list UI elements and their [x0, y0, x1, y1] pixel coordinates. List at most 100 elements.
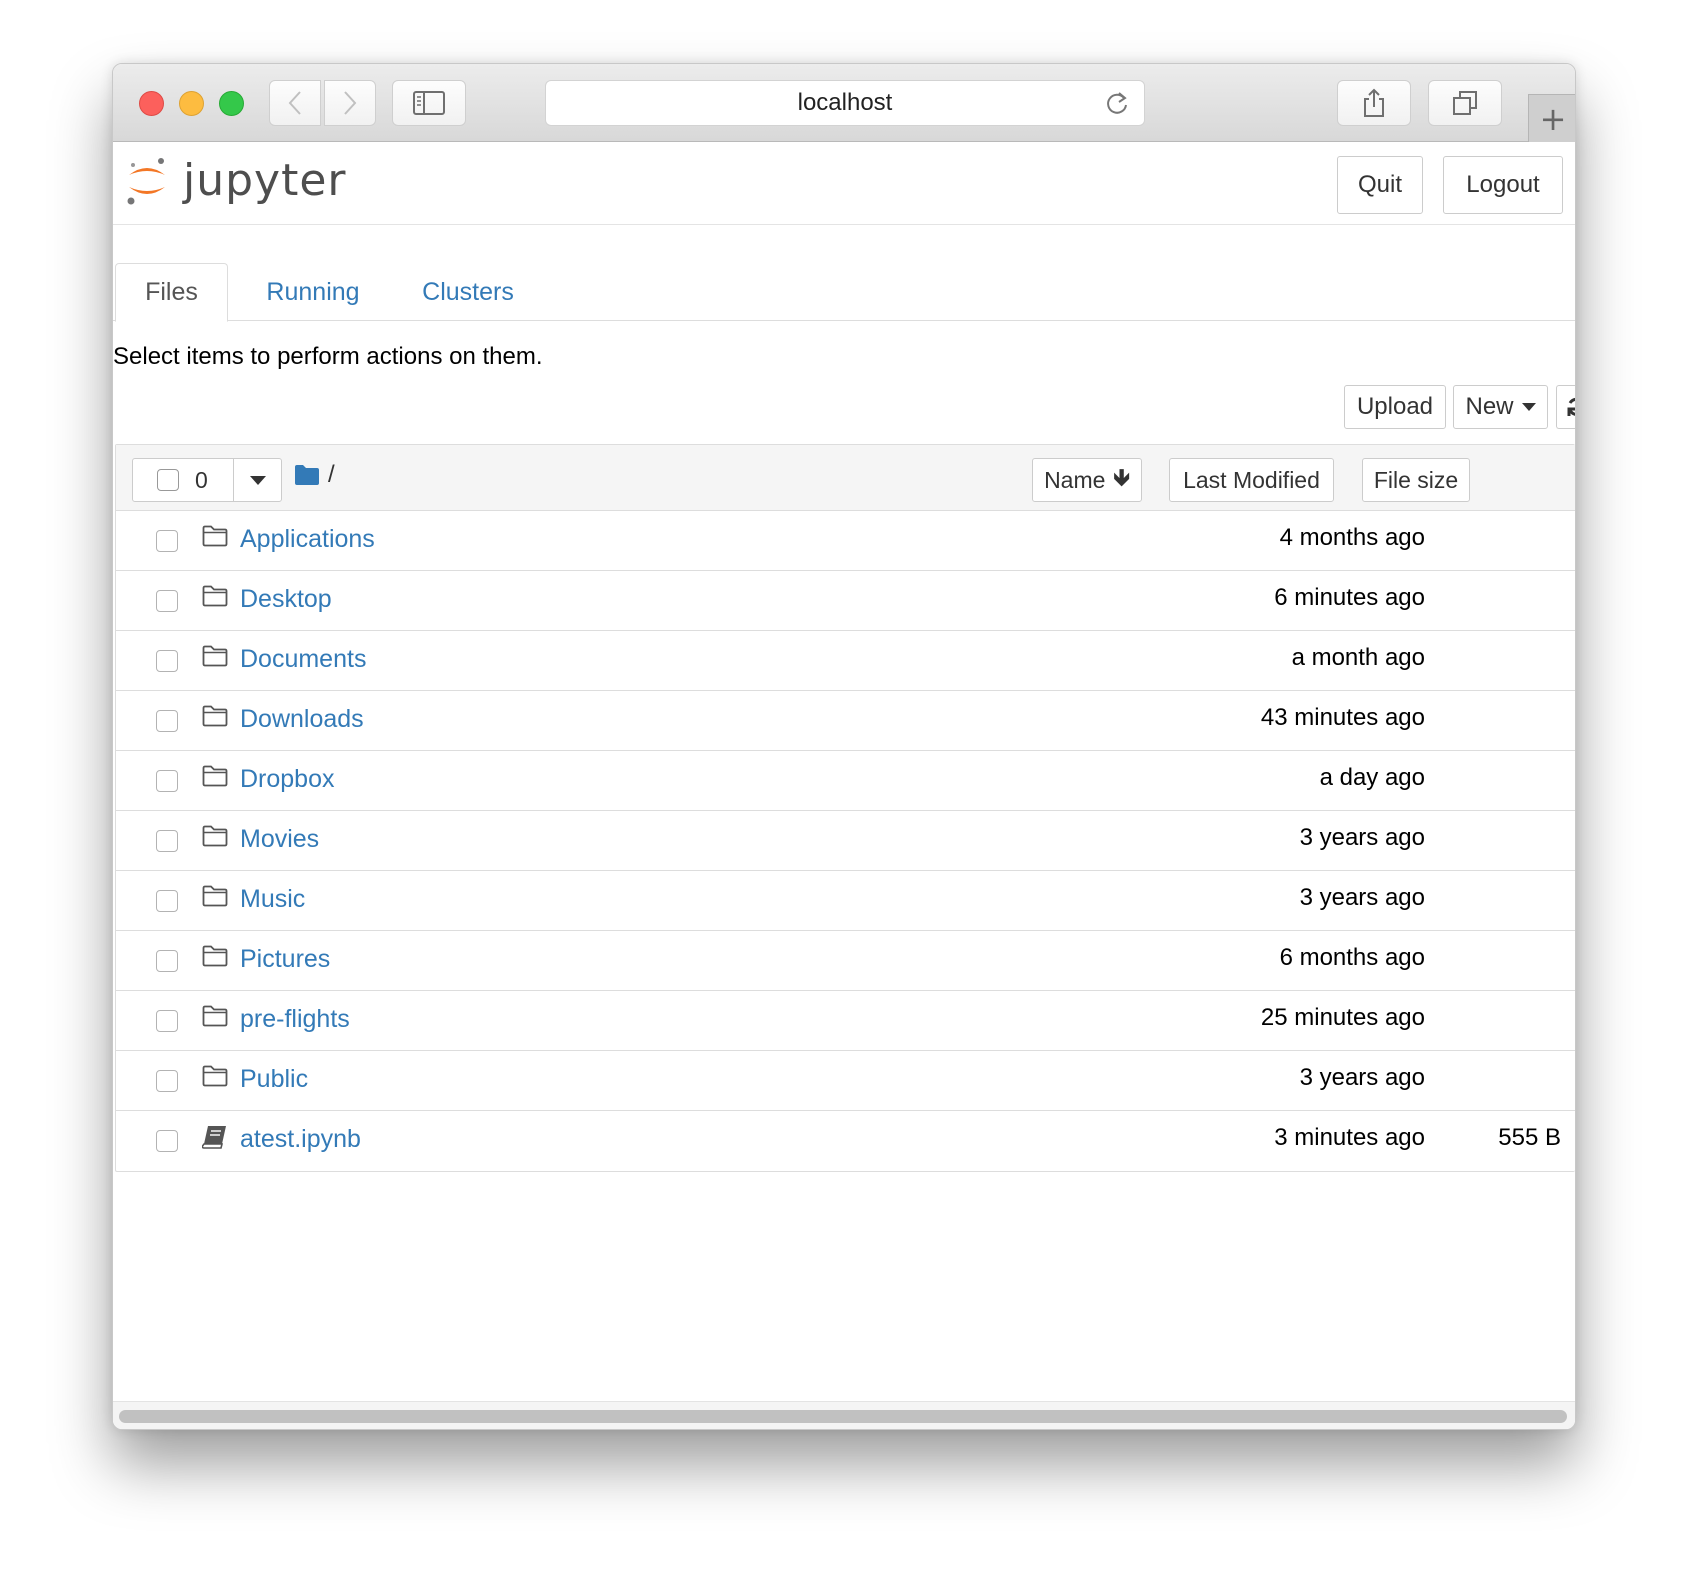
- list-item[interactable]: Music 3 years ago: [116, 871, 1575, 931]
- sort-by-name-button[interactable]: Name 🡻: [1032, 458, 1142, 502]
- item-last-modified: a day ago: [1319, 764, 1425, 791]
- item-last-modified: 6 minutes ago: [1274, 584, 1425, 611]
- folder-icon: [202, 885, 228, 912]
- sidebar-icon: [413, 91, 445, 115]
- item-name-link[interactable]: Public: [240, 1065, 308, 1094]
- zoom-window-button[interactable]: [219, 91, 244, 116]
- logout-button[interactable]: Logout: [1443, 156, 1563, 214]
- item-name-link[interactable]: Documents: [240, 645, 366, 674]
- tab-clusters[interactable]: Clusters: [403, 263, 533, 321]
- share-icon: [1364, 88, 1384, 117]
- item-checkbox[interactable]: [156, 710, 178, 732]
- item-name-link[interactable]: Desktop: [240, 585, 332, 614]
- breadcrumb-path[interactable]: /: [328, 461, 335, 489]
- select-all-group: 0: [132, 458, 282, 502]
- item-name-link[interactable]: pre-flights: [240, 1005, 350, 1034]
- folder-icon: [202, 1005, 228, 1032]
- list-item[interactable]: pre-flights 25 minutes ago: [116, 991, 1575, 1051]
- sort-name-label: Name: [1044, 466, 1106, 493]
- item-name-link[interactable]: Dropbox: [240, 765, 335, 794]
- item-checkbox[interactable]: [156, 650, 178, 672]
- item-file-size: 555 B: [1498, 1124, 1561, 1151]
- reload-icon[interactable]: [1104, 90, 1130, 125]
- forward-button[interactable]: [324, 80, 376, 126]
- file-list: 0 / Name 🡻 Last Modified File size Appli…: [115, 444, 1575, 1172]
- item-name-link[interactable]: atest.ipynb: [240, 1125, 361, 1154]
- caret-down-icon: [249, 475, 266, 485]
- item-checkbox[interactable]: [156, 590, 178, 612]
- item-name-link[interactable]: Music: [240, 885, 305, 914]
- folder-icon[interactable]: [294, 464, 320, 486]
- breadcrumb: /: [294, 461, 335, 489]
- chevron-left-icon: [288, 91, 301, 115]
- tabs-overview-icon: [1453, 91, 1477, 115]
- browser-toolbar: localhost +: [113, 64, 1575, 142]
- item-checkbox[interactable]: [156, 770, 178, 792]
- page-content: jupyter Quit Logout Files Running Cluste…: [113, 143, 1575, 1429]
- folder-icon: [202, 705, 228, 732]
- upload-button[interactable]: Upload: [1344, 385, 1446, 429]
- back-button[interactable]: [269, 80, 321, 126]
- item-name-link[interactable]: Downloads: [240, 705, 364, 734]
- item-last-modified: 43 minutes ago: [1260, 704, 1425, 731]
- sort-by-modified-button[interactable]: Last Modified: [1169, 458, 1334, 502]
- jupyter-header: jupyter Quit Logout: [113, 143, 1575, 225]
- list-item[interactable]: Downloads 43 minutes ago: [116, 691, 1575, 751]
- folder-icon: [202, 1065, 228, 1092]
- list-item[interactable]: Pictures 6 months ago: [116, 931, 1575, 991]
- list-item[interactable]: Dropbox a day ago: [116, 751, 1575, 811]
- item-name-link[interactable]: Applications: [240, 525, 375, 554]
- close-window-button[interactable]: [139, 91, 164, 116]
- jupyter-logo-text: jupyter: [183, 155, 347, 206]
- address-bar[interactable]: localhost: [545, 80, 1145, 126]
- sidebar-toggle-button[interactable]: [392, 80, 466, 126]
- item-checkbox[interactable]: [156, 1070, 178, 1092]
- list-item[interactable]: Applications 4 months ago: [116, 511, 1575, 571]
- address-text: localhost: [797, 89, 893, 116]
- item-last-modified: 25 minutes ago: [1260, 1004, 1425, 1031]
- jupyter-logo[interactable]: jupyter: [125, 155, 347, 207]
- new-button-label: New: [1465, 393, 1514, 420]
- quit-button[interactable]: Quit: [1337, 156, 1423, 214]
- folder-icon: [202, 825, 228, 852]
- jupyter-logo-icon: [127, 158, 165, 205]
- tab-files[interactable]: Files: [115, 263, 228, 322]
- item-checkbox[interactable]: [156, 1130, 178, 1152]
- refresh-icon: [1567, 397, 1575, 416]
- arrow-down-icon: 🡻: [1113, 463, 1130, 490]
- item-last-modified: a month ago: [1291, 644, 1425, 671]
- item-checkbox[interactable]: [156, 530, 178, 552]
- share-button[interactable]: [1337, 80, 1411, 126]
- list-item[interactable]: Desktop 6 minutes ago: [116, 571, 1575, 631]
- folder-icon: [202, 525, 228, 552]
- item-last-modified: 3 years ago: [1299, 1064, 1425, 1091]
- new-dropdown-button[interactable]: New: [1453, 385, 1548, 429]
- item-last-modified: 3 minutes ago: [1274, 1124, 1425, 1151]
- show-tabs-button[interactable]: [1428, 80, 1502, 126]
- item-last-modified: 6 months ago: [1279, 944, 1425, 971]
- selected-count: 0: [195, 467, 208, 493]
- item-checkbox[interactable]: [156, 890, 178, 912]
- item-name-link[interactable]: Movies: [240, 825, 319, 854]
- item-checkbox[interactable]: [156, 950, 178, 972]
- list-item[interactable]: Movies 3 years ago: [116, 811, 1575, 871]
- list-item[interactable]: Documents a month ago: [116, 631, 1575, 691]
- select-menu-toggle[interactable]: [233, 458, 281, 502]
- sort-by-size-button[interactable]: File size: [1362, 458, 1470, 502]
- tab-running[interactable]: Running: [248, 263, 378, 321]
- item-name-link[interactable]: Pictures: [240, 945, 330, 974]
- horizontal-scrollbar[interactable]: [113, 1401, 1575, 1429]
- list-item[interactable]: atest.ipynb 3 minutes ago 555 B: [116, 1111, 1575, 1171]
- new-tab-button[interactable]: +: [1528, 94, 1575, 142]
- minimize-window-button[interactable]: [179, 91, 204, 116]
- scrollbar-thumb[interactable]: [119, 1410, 1567, 1423]
- browser-window: localhost + jupyter Quit Logout Files Ru…: [112, 63, 1576, 1430]
- select-all-checkbox[interactable]: [157, 469, 179, 491]
- item-checkbox[interactable]: [156, 830, 178, 852]
- item-checkbox[interactable]: [156, 1010, 178, 1032]
- folder-icon: [202, 765, 228, 792]
- plus-icon: +: [1539, 99, 1567, 138]
- list-item[interactable]: Public 3 years ago: [116, 1051, 1575, 1111]
- selection-hint: Select items to perform actions on them.: [113, 343, 543, 370]
- refresh-button[interactable]: [1556, 385, 1575, 429]
